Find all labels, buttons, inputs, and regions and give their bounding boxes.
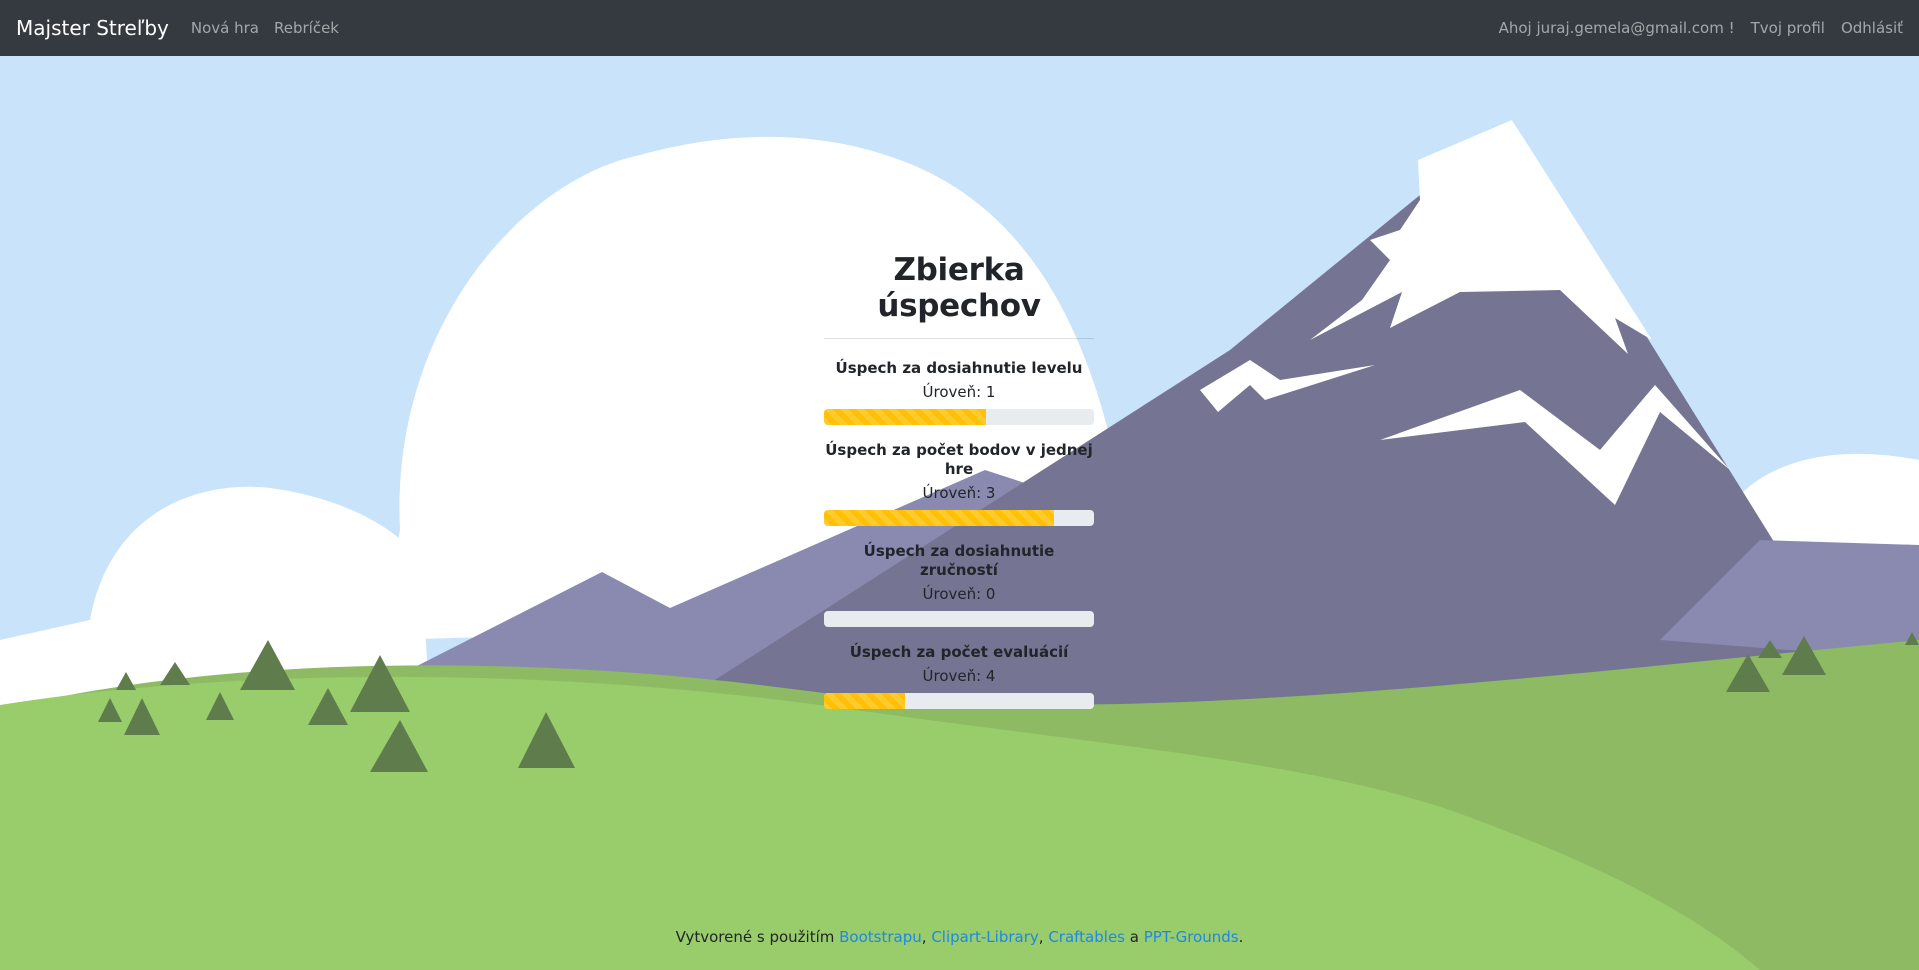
footer-separator: , [921, 928, 927, 946]
achievement-progress-fill [824, 693, 905, 709]
achievement-title: Úspech za dosiahnutie zručností [863, 542, 1055, 579]
page-title: Zbierka úspechov [877, 252, 1041, 324]
brand-link[interactable]: Majster Streľby [16, 16, 169, 40]
footer-end: . [1238, 928, 1244, 946]
achievement-level: Úroveň: 3 [922, 484, 996, 502]
footer-link-bootstrap[interactable]: Bootstrapu [839, 928, 922, 946]
achievement-title: Úspech za dosiahnutie levelu [835, 359, 1083, 377]
achievement-item: Úspech za dosiahnutie zručností Úroveň: … [824, 542, 1094, 627]
achievement-progress [824, 510, 1094, 526]
achievement-level: Úroveň: 0 [922, 585, 996, 603]
nav-profile[interactable]: Tvoj profil [1751, 19, 1825, 37]
achievement-level: Úroveň: 1 [922, 383, 996, 401]
page-footer: Vytvorené s použitím Bootstrapu, Clipart… [0, 928, 1919, 946]
achievement-item: Úspech za počet bodov v jednej hre Úrove… [824, 441, 1094, 526]
achievement-progress [824, 409, 1094, 425]
achievement-progress [824, 693, 1094, 709]
footer-link-ppt-grounds[interactable]: PPT-Grounds [1144, 928, 1239, 946]
footer-link-clipart-library[interactable]: Clipart-Library [931, 928, 1038, 946]
achievement-progress-fill [824, 409, 986, 425]
footer-and: a [1129, 928, 1139, 946]
achievement-item: Úspech za počet evaluácií Úroveň: 4 [824, 643, 1094, 709]
nav-leaderboard[interactable]: Rebríček [274, 19, 339, 37]
achievement-item: Úspech za dosiahnutie levelu Úroveň: 1 [824, 359, 1094, 425]
achievement-title: Úspech za počet evaluácií [849, 643, 1069, 661]
nav-logout[interactable]: Odhlásiť [1841, 19, 1903, 37]
footer-link-craftables[interactable]: Craftables [1048, 928, 1125, 946]
achievements-panel: Zbierka úspechov Úspech za dosiahnutie l… [824, 252, 1094, 725]
nav-new-game[interactable]: Nová hra [191, 19, 259, 37]
top-navbar: Majster Streľby Nová hra Rebríček Ahoj j… [0, 0, 1919, 56]
achievement-level: Úroveň: 4 [922, 667, 996, 685]
footer-prefix: Vytvorené s použitím [675, 928, 835, 946]
achievement-progress-fill [824, 510, 1054, 526]
achievement-progress [824, 611, 1094, 627]
achievement-title: Úspech za počet bodov v jednej hre [825, 441, 1093, 478]
footer-separator: , [1038, 928, 1044, 946]
navbar-right: Ahoj juraj.gemela@gmail.com ! Tvoj profi… [1499, 19, 1903, 37]
user-greeting: Ahoj juraj.gemela@gmail.com ! [1498, 19, 1735, 37]
title-divider [824, 338, 1094, 339]
